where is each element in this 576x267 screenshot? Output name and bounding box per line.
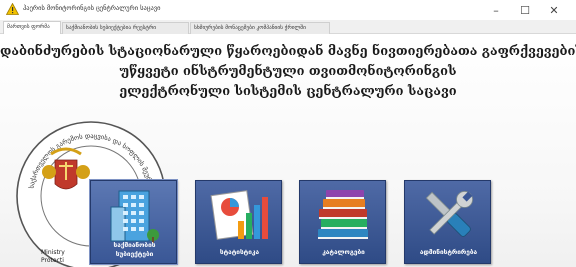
minimize-button[interactable]: – xyxy=(484,2,508,18)
maximize-button[interactable]: ☐ xyxy=(513,2,537,18)
office-building-icon xyxy=(110,190,159,243)
tile-administration-label: ადმინისტრირება xyxy=(419,248,478,256)
tab-entity-registry[interactable]: საქმიანობის სუბიექტებია რეესტრი xyxy=(62,22,189,34)
close-button[interactable]: ✕ xyxy=(542,2,566,18)
main-content: დაბინძურების სტაციონარული წყაროებიდან მა… xyxy=(0,34,576,267)
tile-administration-button[interactable]: ადმინისტრირება xyxy=(404,180,491,264)
tile-entities-label-1: საქმიანობის xyxy=(113,241,156,249)
tile-catalogs-button[interactable]: კატალოგები xyxy=(299,180,386,264)
seal-inner-text-2: Protecti xyxy=(41,257,64,264)
wrench-screwdriver-icon xyxy=(425,191,473,237)
tab-management-form[interactable]: მართვის ფორმა xyxy=(3,21,61,34)
page-title-line-1: დაბინძურების სტაციონარული წყაროებიდან მა… xyxy=(0,44,576,59)
tile-catalogs-label: კატალოგები xyxy=(322,248,365,256)
statistics-chart-icon xyxy=(210,190,268,240)
seal-inner-text-1: Ministry xyxy=(41,249,65,256)
books-stack-icon xyxy=(318,190,368,239)
window-title: ჰაერის მონიტორინგის ცენტრალური საცავი xyxy=(23,4,161,12)
tile-statistics-label: სტატისტიკა xyxy=(219,248,260,256)
page-title-line-3: ელექტრონული სისტემის ცენტრალური საცავი xyxy=(119,84,457,99)
tile-entities-label-2: სუბიექტები xyxy=(115,250,154,258)
tab-emissions-by-company[interactable]: სხმიურების მონაცემები კომპანიის ჭრილში xyxy=(190,22,330,34)
warning-triangle-icon xyxy=(6,3,19,15)
tile-statistics-button[interactable]: სტატისტიკა xyxy=(195,180,282,264)
page-title-line-2: უწყვეტი ინსტრუმენტული თვითმონიტორინგის xyxy=(119,64,457,79)
tile-entities-button[interactable]: საქმიანობის სუბიექტები xyxy=(89,179,178,265)
tab-strip: მართვის ფორმა საქმიანობის სუბიექტებია რე… xyxy=(0,20,576,34)
window-titlebar: ჰაერის მონიტორინგის ცენტრალური საცავი – … xyxy=(0,0,576,20)
